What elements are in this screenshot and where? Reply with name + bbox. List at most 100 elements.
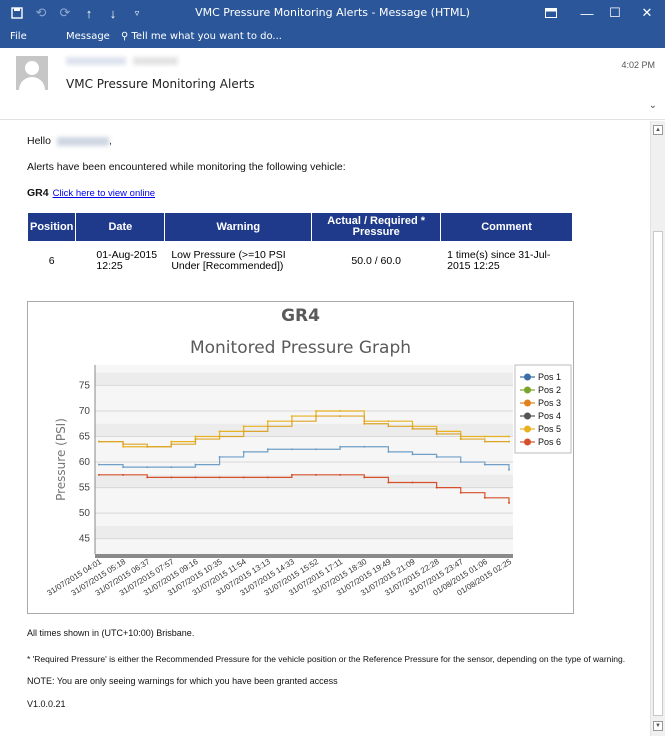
table-row: 6 01-Aug-2015 12:25 Low Pressure (>=10 P… <box>28 242 572 280</box>
column-header: Date <box>76 213 165 241</box>
legend-swatch <box>524 425 531 433</box>
window-titlebar: ⟲ ⟳ ↑ ↓ ▿ VMC Pressure Monitoring Alerts… <box>0 0 665 48</box>
avatar <box>16 56 48 90</box>
data-point <box>146 466 149 469</box>
ribbon-tabs: File Message ⚲ Tell me what you want to … <box>0 26 665 48</box>
ribbon-display-options-icon[interactable] <box>540 3 562 23</box>
data-point <box>508 468 510 471</box>
data-point <box>170 476 173 479</box>
data-point <box>339 409 342 412</box>
grid-band <box>95 474 513 488</box>
data-point <box>98 440 100 443</box>
y-tick-label: 70 <box>79 406 91 417</box>
sender-name-redacted <box>66 57 126 65</box>
data-point <box>315 415 318 418</box>
data-point <box>218 435 221 438</box>
data-point <box>122 443 125 446</box>
intro-text: Alerts have been encountered while monit… <box>27 161 346 173</box>
y-tick-label: 75 <box>79 380 91 391</box>
data-point <box>218 455 221 458</box>
data-point <box>483 440 486 443</box>
message-header: VMC Pressure Monitoring Alerts 4:02 PM ⌄ <box>0 48 665 120</box>
data-point <box>459 438 462 441</box>
legend-swatch <box>524 438 531 446</box>
timezone-note: All times shown in (UTC+10:00) Brisbane. <box>27 628 195 638</box>
data-point <box>315 448 318 451</box>
data-point <box>266 425 269 428</box>
data-point <box>146 476 149 479</box>
y-tick-label: 60 <box>79 457 91 468</box>
data-point <box>411 481 414 484</box>
data-point <box>508 501 510 504</box>
data-point <box>363 476 366 479</box>
titlebar-row: ⟲ ⟳ ↑ ↓ ▿ VMC Pressure Monitoring Alerts… <box>0 0 665 26</box>
tell-me-search[interactable]: ⚲ Tell me what you want to do... <box>121 31 282 42</box>
scroll-up-icon[interactable]: ▲ <box>653 125 663 135</box>
data-point <box>146 445 149 448</box>
data-point <box>435 455 438 458</box>
data-point <box>508 440 510 443</box>
scroll-down-icon[interactable]: ▼ <box>653 721 663 731</box>
grid-band <box>95 525 513 539</box>
menu-file[interactable]: File <box>10 31 27 42</box>
y-tick-label: 55 <box>79 483 91 494</box>
data-point <box>194 476 197 479</box>
plot-area <box>95 365 513 554</box>
column-header: Actual / Required * Pressure <box>312 213 441 241</box>
message-body: Hello, Alerts have been encountered whil… <box>0 121 650 736</box>
data-point <box>459 461 462 464</box>
data-point <box>363 422 366 425</box>
table-header-row: Position Date Warning Actual / Required … <box>28 213 572 241</box>
menu-message[interactable]: Message <box>66 31 110 42</box>
cell-position: 6 <box>48 254 55 267</box>
data-point <box>459 491 462 494</box>
data-point <box>411 427 414 430</box>
chevron-down-icon[interactable]: ⌄ <box>649 100 657 111</box>
data-point <box>242 425 245 428</box>
message-time: 4:02 PM <box>621 60 655 70</box>
y-tick-label: 45 <box>79 534 91 545</box>
y-tick-label: 50 <box>79 508 91 519</box>
data-point <box>508 435 510 438</box>
lightbulb-icon: ⚲ <box>121 31 129 42</box>
data-point <box>170 440 173 443</box>
data-point <box>242 450 245 453</box>
data-point <box>483 435 486 438</box>
view-online-link[interactable]: Click here to view online <box>53 188 155 199</box>
greeting-line: Hello, <box>27 135 112 147</box>
y-axis-label: Pressure (PSI) <box>54 418 68 501</box>
data-point <box>387 481 390 484</box>
data-point <box>435 486 438 489</box>
data-point <box>483 496 486 499</box>
data-point <box>387 420 390 423</box>
data-point <box>315 409 318 412</box>
close-icon[interactable]: ✕ <box>636 3 658 23</box>
data-point <box>290 473 293 476</box>
column-header: Comment <box>441 213 572 241</box>
greeting-text: Hello <box>27 135 51 147</box>
legend-label: Pos 6 <box>538 437 561 447</box>
grid-band <box>95 372 513 386</box>
column-header: Warning <box>165 213 312 241</box>
grid-band <box>95 423 513 437</box>
data-point <box>218 476 221 479</box>
data-point <box>339 445 342 448</box>
scrollbar-thumb[interactable] <box>653 231 663 716</box>
data-point <box>339 415 342 418</box>
chart-canvas: 45505560657075Pressure (PSI)31/07/2015 0… <box>45 364 572 598</box>
tell-me-text: Tell me what you want to do... <box>131 31 282 42</box>
y-tick-label: 65 <box>79 432 91 443</box>
legend-swatch <box>524 399 531 407</box>
required-pressure-note: * 'Required Pressure' is either the Reco… <box>27 654 626 664</box>
pressure-chart: GR4 Monitored Pressure Graph 45 50 55 60 65 7… <box>27 301 574 614</box>
alerts-table: Position Date Warning Actual / Required … <box>27 212 573 281</box>
data-point <box>290 420 293 423</box>
maximize-icon[interactable]: ☐ <box>604 3 626 23</box>
column-header: Position <box>28 213 76 241</box>
vertical-scrollbar[interactable]: ▲ ▼ <box>650 121 665 736</box>
legend-swatch <box>524 373 531 381</box>
data-point <box>122 473 125 476</box>
minimize-icon[interactable]: — <box>576 3 598 23</box>
sender-email-redacted <box>133 57 178 65</box>
data-point <box>483 463 486 466</box>
